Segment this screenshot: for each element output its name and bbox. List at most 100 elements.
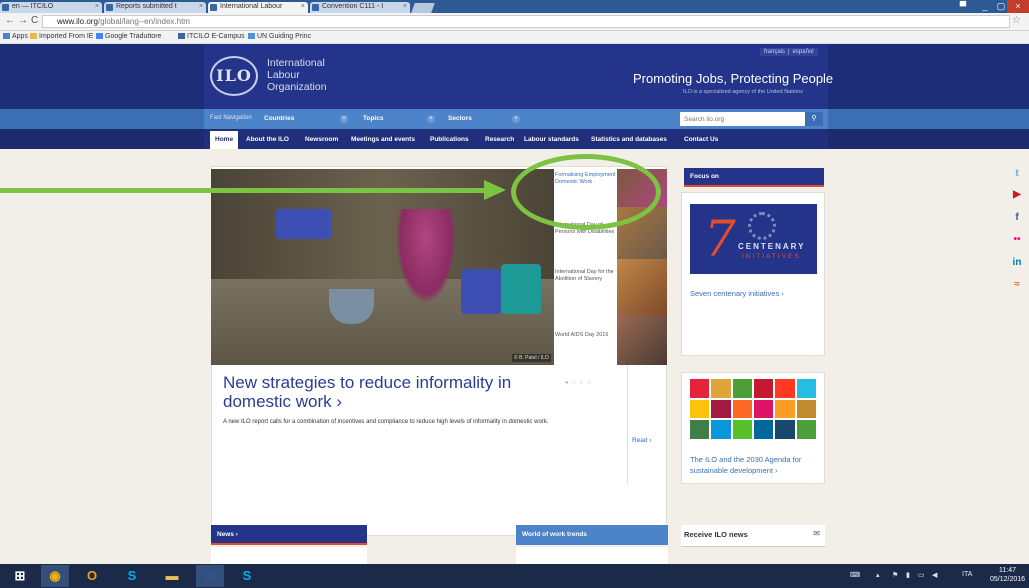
network-icon[interactable]: ▮ — [906, 571, 910, 579]
favicon-icon — [210, 4, 217, 11]
webpage: ILO International Labour Organization fr… — [0, 44, 1029, 564]
back-icon[interactable]: ← — [5, 15, 15, 26]
world-of-work-heading[interactable]: World of work trends — [516, 525, 668, 545]
search-input[interactable] — [680, 112, 805, 126]
divider — [627, 365, 628, 485]
bookmark-star-icon[interactable]: ☆ — [1012, 15, 1021, 26]
un-icon — [248, 33, 255, 39]
bookmark-apps[interactable]: Apps — [3, 33, 28, 40]
org-name[interactable]: International Labour Organization — [267, 57, 327, 93]
hero-title-link[interactable]: New strategies to reduce informality in … — [223, 373, 563, 411]
tab-reports[interactable]: Reports submitted t × — [104, 2, 206, 13]
carousel-dots[interactable]: ● ○ ○ ○ — [565, 380, 592, 386]
sdg-link[interactable]: The ILO and the 2030 Agenda for sustaina… — [690, 454, 820, 476]
close-icon[interactable]: × — [95, 3, 99, 10]
nav-research[interactable]: Research — [485, 136, 514, 143]
close-icon[interactable]: × — [199, 3, 203, 10]
tray-chevron-icon[interactable]: ▴ — [876, 571, 880, 579]
forward-icon[interactable]: → — [18, 15, 28, 26]
skype-icon[interactable]: S — [118, 565, 146, 587]
close-window-button[interactable]: × — [1007, 0, 1029, 13]
news-box — [211, 547, 367, 564]
keyboard-icon[interactable]: ⌨ — [850, 571, 860, 579]
sdg-tile — [796, 379, 816, 398]
windows-start-icon[interactable]: ⊞ — [6, 565, 34, 587]
monitor-icon[interactable]: ▭ — [918, 571, 925, 579]
receive-news[interactable]: Receive ILO news ✉ — [681, 525, 825, 547]
lang-spanish-link[interactable]: español — [785, 49, 814, 55]
sdg-icon-grid[interactable] — [690, 379, 816, 439]
plus-icon[interactable]: + — [427, 115, 435, 123]
bookmark-label: ITCILO E-Campus — [187, 33, 245, 40]
sdg-tile — [754, 379, 774, 398]
youtube-icon[interactable]: ▶ — [1010, 189, 1024, 200]
wow-box — [516, 547, 668, 564]
nav-meetings[interactable]: Meetings and events — [351, 136, 415, 143]
lang-french-link[interactable]: français — [764, 49, 785, 55]
bookmark-un[interactable]: UN Guiding Princ — [248, 33, 311, 40]
language-switcher: françaisespañol — [760, 48, 818, 56]
flag-icon[interactable]: ⚑ — [892, 571, 898, 579]
topics-dropdown[interactable]: Topics — [363, 112, 383, 126]
news-heading[interactable]: News › — [211, 525, 367, 545]
file-explorer-icon[interactable]: ▬ — [158, 565, 186, 587]
tab-ilo[interactable]: International Labour × — [208, 2, 308, 13]
skype-icon[interactable]: S — [233, 565, 261, 587]
plus-icon[interactable]: + — [340, 115, 348, 123]
bookmark-imported[interactable]: Imported From IE — [30, 33, 93, 40]
reload-icon[interactable]: C — [31, 15, 38, 26]
new-tab-button[interactable] — [411, 3, 435, 13]
image-bucket — [461, 269, 501, 314]
sdg-tile — [775, 379, 795, 398]
browser-tab-bar: en — ITCILO × Reports submitted t × Intern… — [0, 0, 1029, 13]
org-name-line: Labour — [267, 69, 300, 81]
nav-statistics[interactable]: Statistics and databases — [591, 136, 667, 143]
facebook-icon[interactable]: f — [1010, 212, 1024, 223]
nav-home[interactable]: Home — [210, 131, 239, 149]
nav-publications[interactable]: Publications — [430, 136, 469, 143]
volume-icon[interactable]: ◀ — [932, 571, 937, 579]
sectors-dropdown[interactable]: Sectors — [448, 112, 472, 126]
chrome-icon[interactable]: ◉ — [41, 565, 69, 587]
nav-contact[interactable]: Contact Us — [684, 136, 718, 143]
story-link-3[interactable]: International Day for the Abolition of S… — [555, 269, 617, 283]
centenary-link[interactable]: Seven centenary initiatives › — [690, 289, 784, 298]
clock[interactable]: 11:47 05/12/2016 — [990, 566, 1025, 584]
language-indicator[interactable]: ITA — [962, 571, 972, 578]
search-icon[interactable]: ⚲ — [805, 112, 823, 126]
bookmark-label: UN Guiding Princ — [257, 33, 312, 40]
ilo-logo[interactable]: ILO — [210, 56, 258, 96]
rss-icon[interactable]: ≈ — [1010, 279, 1024, 290]
read-more-link[interactable]: Read › — [632, 437, 652, 444]
nav-labour-standards[interactable]: Labour standards — [524, 136, 579, 143]
word-icon[interactable]: W — [196, 565, 224, 587]
plus-icon[interactable]: + — [512, 115, 520, 123]
chevron-right-icon: › — [336, 392, 343, 411]
countries-dropdown[interactable]: Countries — [264, 112, 294, 126]
centenary-image[interactable]: 7 CENTENARY INITIATIVES — [690, 204, 817, 274]
tab-convention[interactable]: Convention C111 - I × — [310, 2, 410, 13]
bookmark-itcilo[interactable]: ITCILO E-Campus — [178, 33, 245, 40]
nav-newsroom[interactable]: Newsroom — [305, 136, 338, 143]
close-icon[interactable]: × — [403, 3, 407, 10]
main-nav — [204, 129, 828, 149]
bookmark-google-translate[interactable]: Google Traduttore — [96, 33, 161, 40]
tab-label: International Labour — [220, 3, 283, 10]
twitter-icon[interactable]: t — [1010, 168, 1024, 179]
story-link-4[interactable]: World AIDS Day 2016 — [555, 332, 617, 339]
sdg-tile — [690, 379, 710, 398]
story-thumb[interactable] — [617, 315, 667, 365]
flickr-icon[interactable]: •• — [1010, 234, 1024, 245]
nav-about[interactable]: About the ILO — [246, 136, 289, 143]
tab-itcilo[interactable]: en — ITCILO × — [0, 2, 102, 13]
envelope-icon[interactable]: ✉ — [813, 529, 820, 538]
story-thumb[interactable] — [617, 259, 667, 315]
annotation-circle — [511, 154, 661, 230]
url-input[interactable]: www.ilo.org/global/lang--en/index.htm — [42, 15, 1010, 28]
outlook-icon[interactable]: O — [78, 565, 106, 587]
centenary-word: CENTENARY — [738, 242, 806, 251]
sdg-tile — [690, 399, 710, 419]
linkedin-icon[interactable]: in — [1010, 257, 1024, 268]
close-icon[interactable]: × — [301, 3, 305, 10]
user-icon[interactable]: ▀ — [952, 0, 974, 13]
